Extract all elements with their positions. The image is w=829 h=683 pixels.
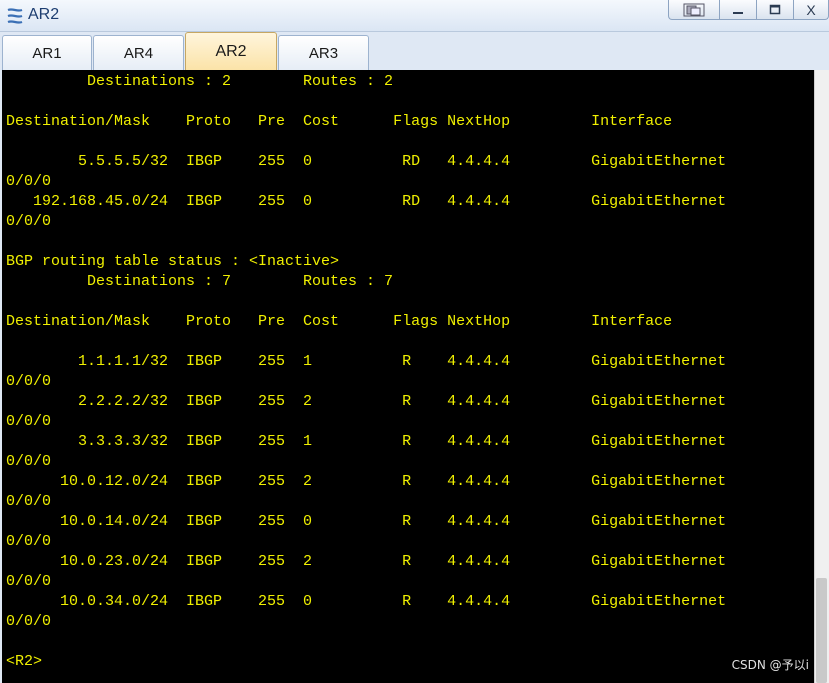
window-controls: X (668, 0, 829, 22)
router-app-icon (7, 8, 23, 24)
close-button[interactable]: X (793, 0, 829, 20)
terminal-line: 0/0/0 (6, 613, 52, 630)
tab-label: AR4 (123, 44, 154, 62)
terminal-line: 1.1.1.1/32 IBGP 255 1 R 4.4.4.4 GigabitE… (6, 353, 727, 370)
terminal-line: 3.3.3.3/32 IBGP 255 1 R 4.4.4.4 GigabitE… (6, 433, 727, 450)
terminal-line: Destinations : 2 Routes : 2 (6, 73, 394, 90)
terminal-line: 10.0.12.0/24 IBGP 255 2 R 4.4.4.4 Gigabi… (6, 473, 727, 490)
terminal-scrollbar-thumb[interactable] (816, 578, 827, 683)
device-tab-bar: AR1 AR4 AR2 AR3 (0, 32, 829, 70)
terminal-line: 0/0/0 (6, 173, 52, 190)
terminal-line: <R2> (6, 653, 43, 670)
terminal-line: 0/0/0 (6, 533, 52, 550)
terminal-line: 10.0.14.0/24 IBGP 255 0 R 4.4.4.4 Gigabi… (6, 513, 727, 530)
terminal-line: Destination/Mask Proto Pre Cost Flags Ne… (6, 113, 673, 130)
terminal-line: 0/0/0 (6, 453, 52, 470)
terminal-line: 0/0/0 (6, 413, 52, 430)
terminal-line: BGP routing table status : <Inactive> (6, 253, 340, 270)
console-terminal[interactable]: Destinations : 2 Routes : 2 Destination/M… (2, 70, 814, 683)
tab-ar4[interactable]: AR4 (93, 35, 184, 70)
terminal-line: 0/0/0 (6, 213, 52, 230)
terminal-line: 0/0/0 (6, 573, 52, 590)
tab-label: AR3 (308, 44, 339, 62)
terminal-line: 0/0/0 (6, 493, 52, 510)
terminal-line: Destination/Mask Proto Pre Cost Flags Ne… (6, 313, 673, 330)
window-title: AR2 (28, 6, 60, 23)
terminal-line: 192.168.45.0/24 IBGP 255 0 RD 4.4.4.4 Gi… (6, 193, 727, 210)
tab-ar3[interactable]: AR3 (278, 35, 369, 70)
terminal-line: 10.0.34.0/24 IBGP 255 0 R 4.4.4.4 Gigabi… (6, 593, 727, 610)
tab-ar1[interactable]: AR1 (2, 35, 92, 70)
tab-label: AR1 (32, 44, 62, 62)
terminal-line: 0/0/0 (6, 373, 52, 390)
terminal-line: 2.2.2.2/32 IBGP 255 2 R 4.4.4.4 GigabitE… (6, 393, 727, 410)
minimize-button[interactable] (719, 0, 757, 20)
watermark: CSDN @予以i (731, 658, 809, 672)
tab-label: AR2 (215, 42, 247, 60)
maximize-button[interactable] (756, 0, 794, 20)
window-title-bar[interactable]: AR2 X (0, 0, 829, 32)
terminal-line: 10.0.23.0/24 IBGP 255 2 R 4.4.4.4 Gigabi… (6, 553, 727, 570)
terminal-line: 5.5.5.5/32 IBGP 255 0 RD 4.4.4.4 Gigabit… (6, 153, 727, 170)
restore-windows-icon (683, 3, 705, 16)
restore-windows-button[interactable] (668, 0, 720, 20)
terminal-line: Destinations : 7 Routes : 7 (6, 273, 394, 290)
tab-ar2[interactable]: AR2 (185, 32, 277, 70)
close-icon: X (806, 1, 816, 18)
maximize-icon (769, 4, 781, 14)
minimize-icon (733, 11, 743, 14)
